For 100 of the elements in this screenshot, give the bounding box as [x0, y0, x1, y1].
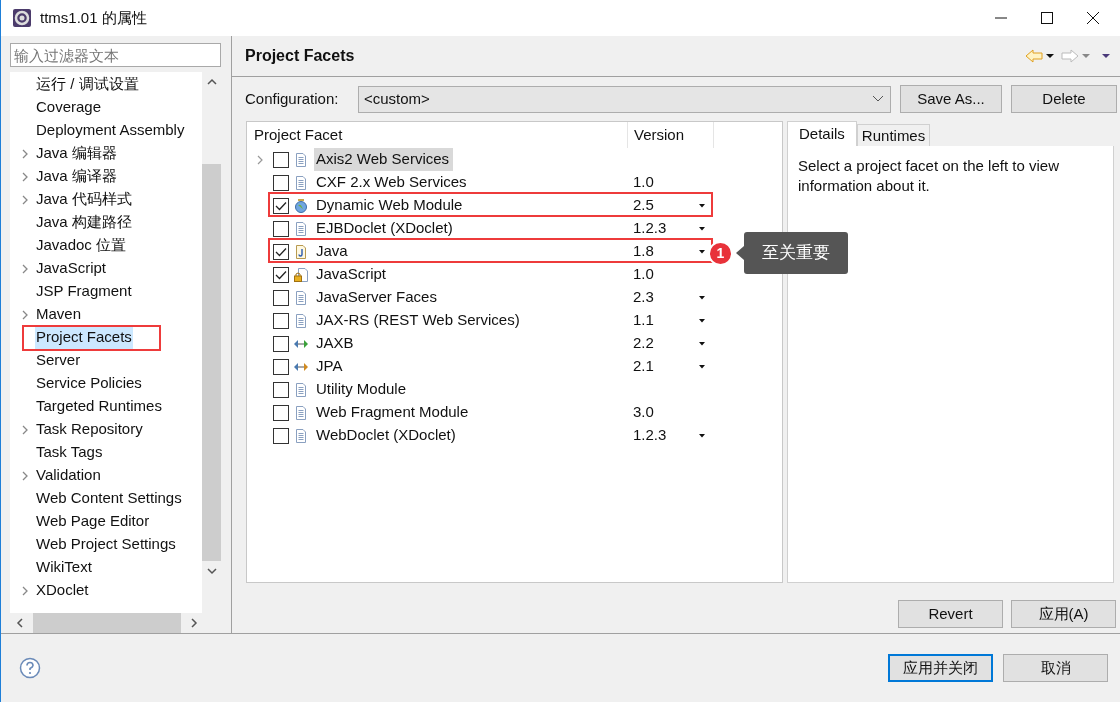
version-cell[interactable]: 3.0 [633, 401, 654, 424]
checkbox[interactable] [273, 312, 289, 329]
tree-item[interactable]: Server [35, 349, 82, 372]
tree-item[interactable]: Java 代码样式 [35, 188, 133, 211]
tree-item[interactable]: Targeted Runtimes [35, 395, 163, 418]
version-cell[interactable]: 2.5 [633, 194, 654, 217]
tree-item[interactable]: Maven [35, 303, 83, 326]
facet-name[interactable]: WebDoclet (XDoclet) [314, 424, 460, 447]
document-icon [293, 381, 309, 398]
dropdown-caret-icon[interactable] [699, 296, 705, 300]
version-cell[interactable]: 1.0 [633, 171, 654, 194]
facet-name[interactable]: Web Fragment Module [314, 401, 473, 424]
column-header[interactable]: Version [628, 122, 714, 148]
tree-item[interactable]: Web Page Editor [35, 510, 151, 533]
app-icon [12, 8, 32, 28]
checkbox[interactable] [273, 197, 289, 214]
facet-name[interactable]: JAX-RS (REST Web Services) [314, 309, 524, 332]
chevron-down-icon [872, 95, 884, 103]
tree-item[interactable]: Javadoc 位置 [35, 234, 128, 257]
checkbox[interactable] [273, 404, 289, 421]
dropdown-caret-icon[interactable] [699, 250, 705, 254]
scroll-right-icon[interactable] [188, 617, 200, 629]
checkbox[interactable] [273, 358, 289, 375]
help-icon[interactable] [19, 657, 41, 679]
dropdown-caret-icon[interactable] [699, 319, 705, 323]
details-text: Select a project facet on the left to view information about it. [798, 156, 1060, 196]
cancel-button[interactable]: 取消 [1003, 654, 1108, 682]
tree-item[interactable]: XDoclet [35, 579, 90, 602]
apply-button[interactable]: 应用(A) [1011, 600, 1116, 628]
dropdown-caret-icon[interactable] [699, 434, 705, 438]
facet-name[interactable]: JAXB [314, 332, 358, 355]
facet-name[interactable]: Utility Module [314, 378, 411, 401]
apply-and-close-button[interactable]: 应用并关闭 [888, 654, 993, 682]
facet-name[interactable]: Dynamic Web Module [314, 194, 467, 217]
configuration-label: Configuration: [245, 88, 340, 109]
tab[interactable]: Runtimes [856, 124, 931, 146]
tree-item[interactable]: Task Tags [35, 441, 104, 464]
callout-label: 至关重要 [744, 232, 848, 274]
version-cell[interactable]: 2.2 [633, 332, 654, 355]
locked-document-icon [293, 266, 309, 283]
save-as-button[interactable]: Save As... [900, 85, 1002, 113]
delete-button[interactable]: Delete [1011, 85, 1117, 113]
tree-item[interactable]: Service Policies [35, 372, 143, 395]
tree-item[interactable]: WikiText [35, 556, 93, 579]
version-cell[interactable]: 1.8 [633, 240, 654, 263]
scroll-thumb[interactable] [202, 164, 221, 561]
dropdown-caret-icon[interactable] [699, 227, 705, 231]
window-title: ttms1.01 的属性 [40, 7, 147, 28]
checkbox[interactable] [273, 151, 289, 168]
version-cell[interactable]: 2.3 [633, 286, 654, 309]
vertical-scrollbar[interactable] [202, 72, 221, 633]
tree-item[interactable]: Validation [35, 464, 102, 487]
facet-name[interactable]: EJBDoclet (XDoclet) [314, 217, 457, 240]
globe-icon [293, 197, 309, 214]
tree-item[interactable]: Java 编辑器 [35, 142, 118, 165]
revert-button[interactable]: Revert [898, 600, 1003, 628]
tab[interactable]: Details [787, 121, 857, 146]
tooltip-pointer-icon [736, 246, 744, 260]
version-cell[interactable]: 1.2.3 [633, 424, 667, 447]
tree-item[interactable]: Task Repository [35, 418, 144, 441]
document-icon [293, 220, 309, 237]
tree-item[interactable]: Web Project Settings [35, 533, 177, 556]
version-cell[interactable]: 1.0 [633, 263, 654, 286]
document-icon [293, 404, 309, 421]
scroll-down-icon[interactable] [205, 565, 218, 577]
tree-item[interactable]: Java 编译器 [35, 165, 118, 188]
checkbox[interactable] [273, 335, 289, 352]
checkbox[interactable] [273, 243, 289, 260]
tree-item[interactable]: Java 构建路径 [35, 211, 133, 234]
tree-item[interactable]: Web Content Settings [35, 487, 183, 510]
facet-name[interactable]: JPA [314, 355, 347, 378]
dropdown-caret-icon[interactable] [699, 365, 705, 369]
version-cell[interactable]: 1.1 [633, 309, 654, 332]
checkbox[interactable] [273, 220, 289, 237]
facet-name[interactable]: Java [314, 240, 352, 263]
checkbox[interactable] [273, 266, 289, 283]
facet-name[interactable]: Axis2 Web Services [314, 148, 454, 171]
facet-name[interactable]: JavaScript [314, 263, 391, 286]
scroll-thumb[interactable] [33, 613, 181, 633]
tree-item[interactable]: Deployment Assembly [35, 119, 186, 142]
filter-field[interactable]: 输入过滤器文本 [10, 43, 221, 67]
tree-item[interactable]: Project Facets [35, 326, 133, 349]
checkbox[interactable] [273, 381, 289, 398]
tree-item[interactable]: 运行 / 调试设置 [35, 73, 140, 96]
tree-item[interactable]: JavaScript [35, 257, 108, 280]
dropdown-caret-icon[interactable] [699, 342, 705, 346]
java-file-icon [293, 243, 309, 260]
version-cell[interactable]: 2.1 [633, 355, 654, 378]
dropdown-caret-icon[interactable] [699, 204, 705, 208]
facet-name[interactable]: CXF 2.x Web Services [314, 171, 471, 194]
tree-item[interactable]: JSP Fragment [35, 280, 133, 303]
scroll-left-icon[interactable] [14, 617, 26, 629]
tree-item[interactable]: Coverage [35, 96, 103, 119]
checkbox[interactable] [273, 289, 289, 306]
facet-name[interactable]: JavaServer Faces [314, 286, 441, 309]
checkbox[interactable] [273, 427, 289, 444]
checkbox[interactable] [273, 174, 289, 191]
document-icon [293, 312, 309, 329]
version-cell[interactable]: 1.2.3 [633, 217, 667, 240]
configuration-dropdown[interactable]: <custom> [358, 85, 891, 113]
